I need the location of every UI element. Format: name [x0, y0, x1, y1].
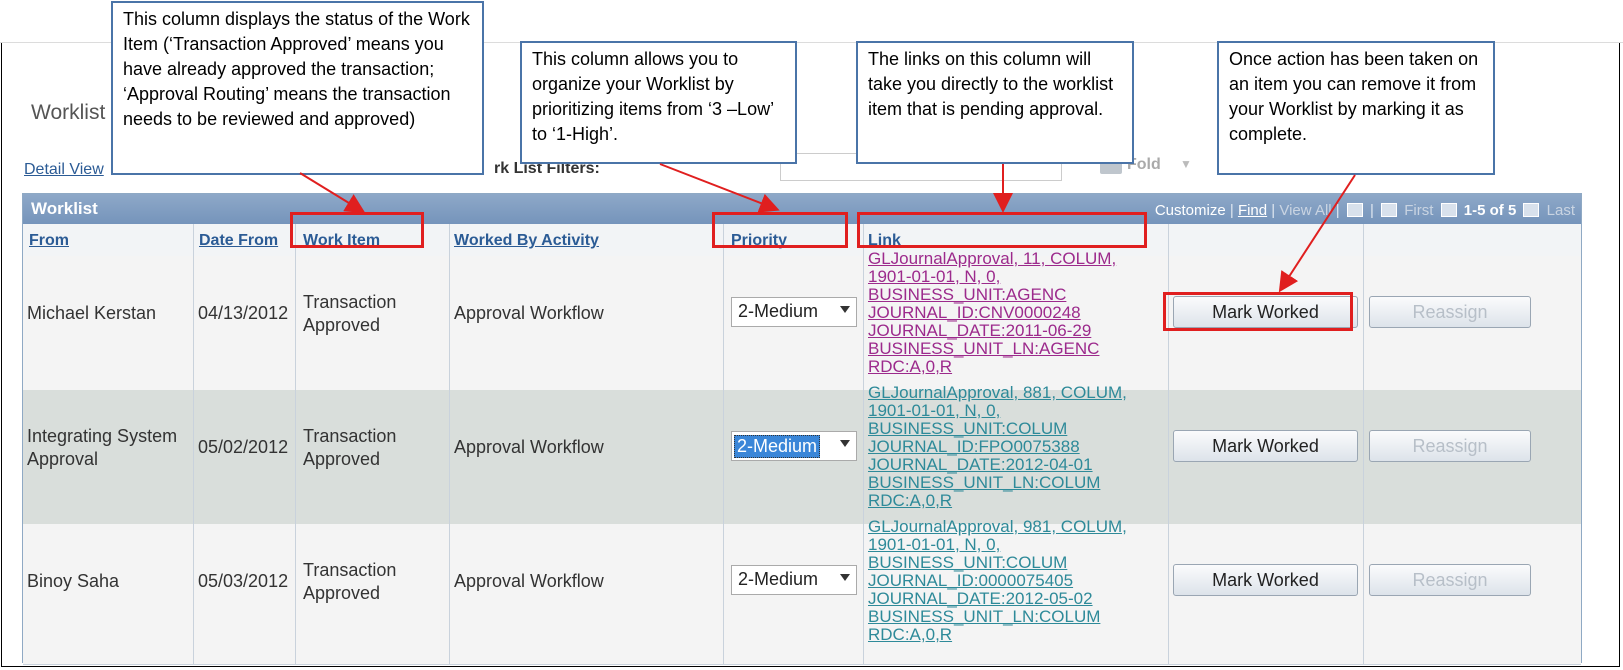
priority-select[interactable]: 2-Medium — [731, 297, 857, 327]
worklist-grid: Worklist Customize | Find | View All | |… — [22, 193, 1582, 665]
priority-value: 2-Medium — [738, 301, 819, 321]
callout-priority: This column allows you to organize your … — [520, 41, 797, 164]
priority-highlight — [712, 212, 848, 248]
worklist-item-link[interactable]: GLJournalApproval, 981, COLUM, 1901-01-0… — [868, 518, 1127, 644]
priority-select[interactable]: 2-Medium — [731, 565, 857, 595]
callout-work-item: This column displays the status of the W… — [111, 1, 484, 175]
column-divider — [1363, 224, 1364, 664]
first-link[interactable]: First — [1404, 202, 1433, 219]
row-activity: Approval Workflow — [454, 303, 604, 323]
mark-worked-highlight — [1163, 292, 1353, 331]
dropdown-arrow-icon — [840, 440, 850, 447]
mark-worked-button[interactable]: Mark Worked — [1173, 430, 1358, 462]
priority-select[interactable]: 2-Medium — [731, 431, 857, 461]
priority-value: 2-Medium — [738, 569, 819, 589]
customize-link[interactable]: Customize — [1155, 202, 1226, 219]
chevron-down-icon[interactable]: ▼ — [1180, 157, 1192, 171]
row-work-item: Transaction Approved — [303, 560, 397, 603]
detail-view-link[interactable]: Detail View — [24, 161, 104, 179]
row-date: 05/02/2012 — [198, 437, 289, 457]
column-divider — [863, 224, 864, 664]
callout-mark-worked: Once action has been taken on an item yo… — [1217, 41, 1495, 175]
row-from: Binoy Saha — [27, 571, 120, 591]
find-link[interactable]: Find — [1238, 202, 1267, 219]
row-activity: Approval Workflow — [454, 437, 604, 457]
row-count: 1-5 of 5 — [1463, 202, 1517, 219]
dropdown-arrow-icon — [840, 574, 850, 581]
row-work-item: Transaction Approved — [303, 292, 397, 335]
last-link[interactable]: Last — [1547, 202, 1575, 219]
grid-title: Worklist — [31, 199, 98, 218]
reassign-button[interactable]: Reassign — [1369, 430, 1531, 462]
column-header-from[interactable]: From — [29, 232, 69, 250]
grid-navigation: Customize | Find | View All | | First 1-… — [1154, 202, 1575, 219]
column-divider — [449, 224, 450, 664]
row-date: 04/13/2012 — [198, 303, 289, 323]
column-divider — [1168, 224, 1169, 664]
download-icon[interactable] — [1381, 203, 1398, 217]
view-all-link[interactable]: View All — [1279, 202, 1331, 219]
column-divider — [193, 224, 194, 664]
row-from: Integrating System Approval — [27, 426, 178, 469]
dropdown-arrow-icon — [840, 306, 850, 313]
reassign-button[interactable]: Reassign — [1369, 564, 1531, 596]
worklist-item-link[interactable]: GLJournalApproval, 11, COLUM, 1901-01-01… — [868, 250, 1116, 376]
work-item-highlight — [290, 212, 424, 248]
column-divider — [723, 224, 724, 664]
callout-link: The links on this column will take you d… — [856, 41, 1134, 164]
link-highlight — [857, 212, 1147, 248]
row-work-item: Transaction Approved — [303, 426, 397, 469]
first-arrow-icon[interactable] — [1440, 203, 1457, 217]
row-from: Michael Kerstan — [27, 303, 157, 323]
column-header-date-from[interactable]: Date From — [199, 232, 278, 250]
row-date: 05/03/2012 — [198, 571, 289, 591]
column-header-worked-by-activity[interactable]: Worked By Activity — [454, 232, 599, 250]
page-title: Worklist — [31, 101, 106, 124]
row-activity: Approval Workflow — [454, 571, 604, 591]
column-divider — [295, 224, 296, 664]
mark-worked-button[interactable]: Mark Worked — [1173, 564, 1358, 596]
worklist-item-link[interactable]: GLJournalApproval, 881, COLUM, 1901-01-0… — [868, 384, 1127, 510]
priority-value: 2-Medium — [734, 435, 821, 458]
reassign-button[interactable]: Reassign — [1369, 296, 1531, 328]
zoom-icon[interactable] — [1346, 203, 1363, 217]
last-arrow-icon[interactable] — [1523, 203, 1540, 217]
